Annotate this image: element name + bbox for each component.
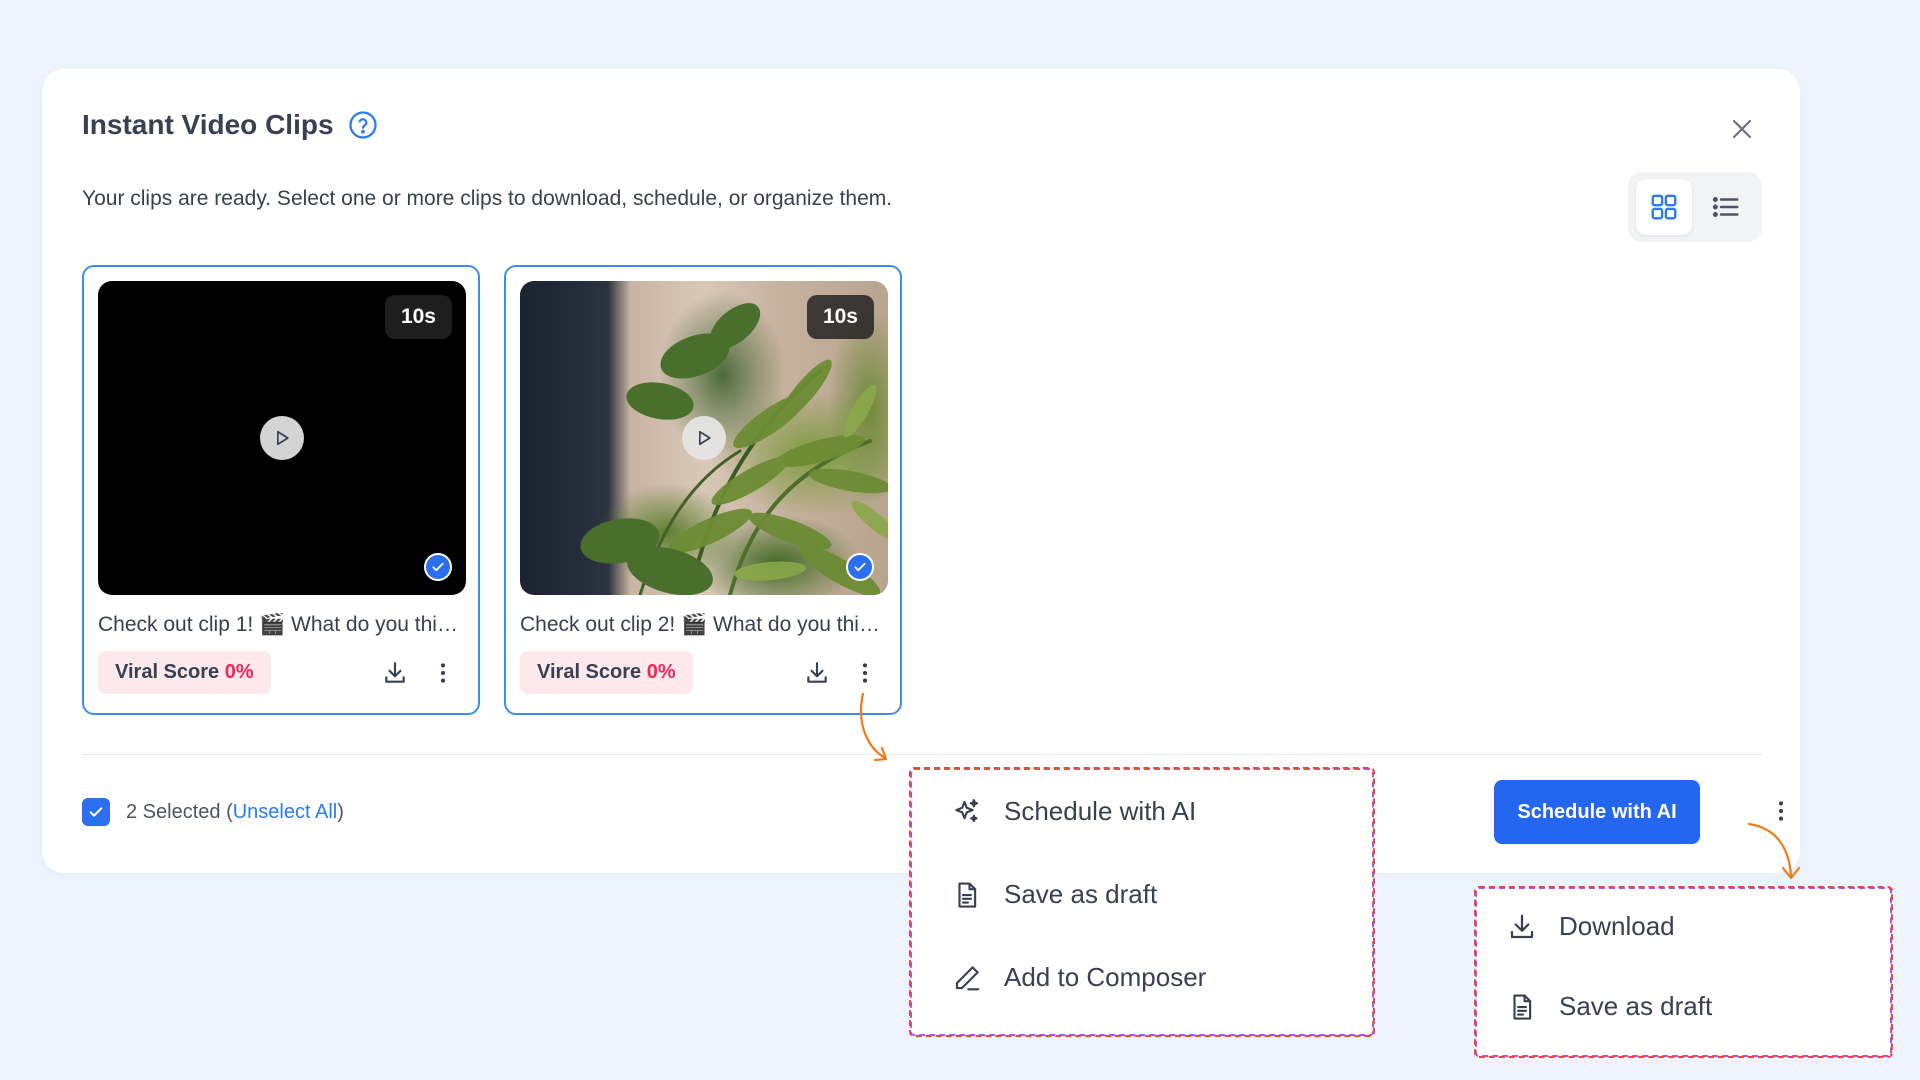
schedule-with-ai-button[interactable]: Schedule with AI [1494, 780, 1700, 844]
document-icon [958, 881, 977, 908]
download-button[interactable] [378, 656, 412, 690]
grid-view-button[interactable] [1636, 179, 1692, 235]
duration-badge: 10s [384, 295, 452, 339]
footer-divider [82, 754, 1762, 755]
list-icon [1712, 197, 1739, 217]
modal-title: Instant Video Clips [82, 109, 334, 140]
menu-item-add-to-composer[interactable]: Add to Composer [952, 962, 1206, 993]
annotation-arrow-footer-menu [1747, 822, 1801, 880]
more-options-button[interactable] [848, 656, 882, 690]
document-icon [1513, 993, 1532, 1020]
viral-score-label: Viral Score [115, 661, 220, 683]
clip-thumbnail[interactable]: 10s [520, 281, 888, 595]
more-vertical-icon [862, 662, 868, 683]
selected-count: 2 Selected (Unselect All) [126, 800, 344, 823]
select-all-checkbox[interactable] [82, 798, 110, 826]
play-button[interactable] [260, 416, 304, 460]
clip-options-menu: Schedule with AI Save as draft Add to Co… [909, 767, 1375, 1037]
pencil-icon [955, 965, 980, 990]
viral-score-value: 0% [646, 661, 676, 683]
title-row: Instant Video Clips [82, 109, 378, 141]
checkmark-icon [89, 807, 103, 817]
close-button[interactable] [1724, 111, 1760, 147]
clip-card-2[interactable]: 10s Check out clip 2! 🎬 What do you thin… [504, 265, 902, 715]
card-footer: Viral Score 0% [520, 651, 886, 694]
play-icon [699, 430, 711, 446]
card-actions [800, 656, 886, 690]
download-button[interactable] [800, 656, 834, 690]
selection-summary: 2 Selected (Unselect All) [82, 798, 344, 826]
annotation-arrow-clip-menu [859, 692, 888, 762]
selected-check-icon[interactable] [424, 553, 452, 581]
viral-score-badge: Viral Score 0% [98, 651, 271, 694]
sparkles-icon [955, 798, 979, 822]
menu-item-schedule-with-ai[interactable]: Schedule with AI [952, 796, 1196, 827]
grid-icon [1651, 194, 1677, 220]
footer-options-menu: Download Save as draft [1474, 886, 1893, 1058]
close-icon [1732, 119, 1752, 139]
download-icon [1510, 914, 1534, 938]
viral-score-label: Viral Score [537, 661, 642, 683]
duration-badge: 10s [806, 295, 874, 339]
menu-item-save-as-draft[interactable]: Save as draft [952, 879, 1157, 910]
view-toggle [1628, 172, 1762, 242]
viral-score-badge: Viral Score 0% [520, 651, 693, 694]
card-actions [378, 656, 464, 690]
download-icon [807, 661, 827, 683]
clip-caption: Check out clip 2! 🎬 What do you think? [520, 613, 888, 636]
more-options-button[interactable] [426, 656, 460, 690]
modal-subtitle: Your clips are ready. Select one or more… [82, 187, 893, 210]
clip-caption: Check out clip 1! 🎬 What do you think? [98, 613, 466, 636]
menu-item-download[interactable]: Download [1507, 911, 1675, 942]
menu-item-save-as-draft[interactable]: Save as draft [1507, 991, 1712, 1022]
more-vertical-icon [440, 662, 446, 683]
play-button[interactable] [682, 416, 726, 460]
selected-check-icon[interactable] [846, 553, 874, 581]
unselect-all-link[interactable]: Unselect All [233, 801, 338, 823]
clip-card-1[interactable]: 10s Check out clip 1! 🎬 What do you thin… [82, 265, 480, 715]
card-footer: Viral Score 0% [98, 651, 464, 694]
help-icon[interactable] [348, 110, 378, 140]
clip-thumbnail[interactable]: 10s [98, 281, 466, 595]
list-view-button[interactable] [1698, 179, 1754, 235]
play-icon [277, 430, 289, 446]
clip-grid: 10s Check out clip 1! 🎬 What do you thin… [82, 265, 902, 715]
download-icon [385, 661, 405, 683]
instant-video-clips-modal: Instant Video Clips Your clips are ready… [42, 69, 1800, 873]
viral-score-value: 0% [224, 661, 254, 683]
